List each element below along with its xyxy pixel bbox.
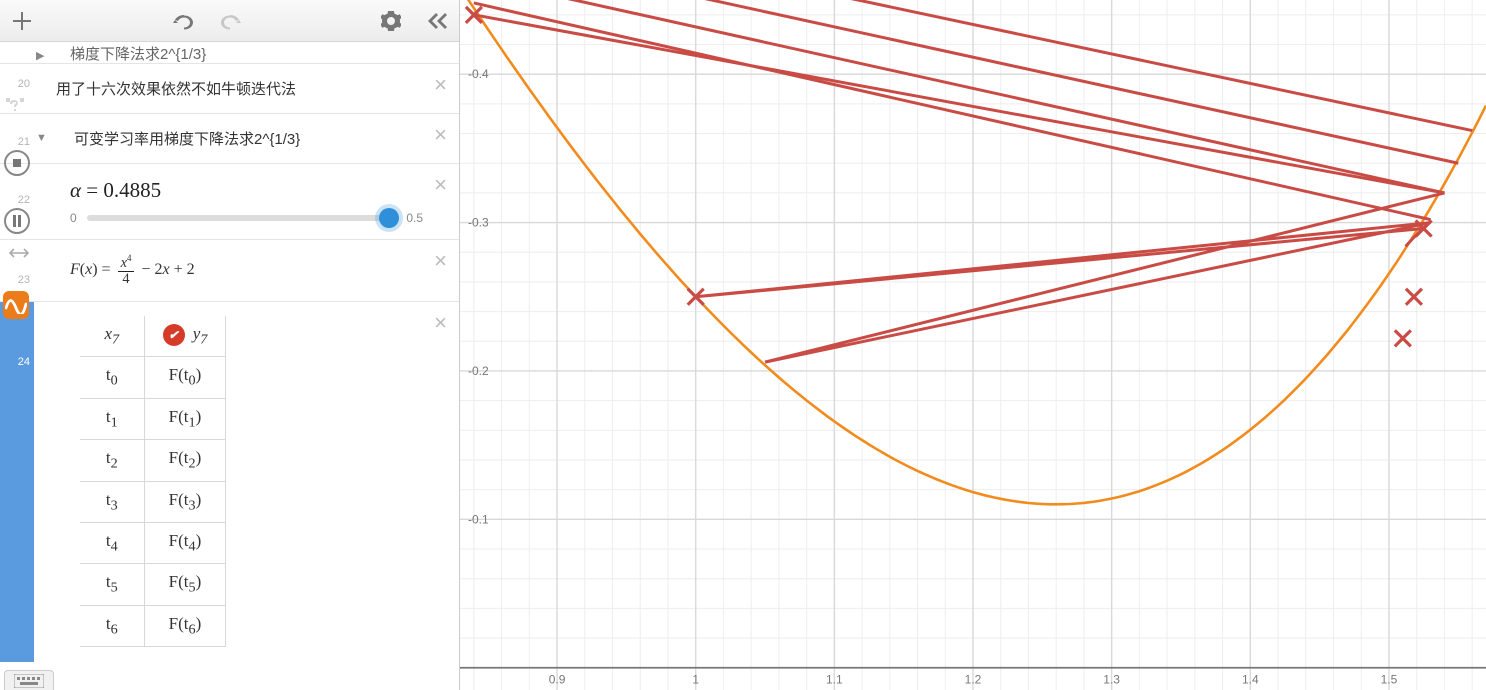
delete-row-button[interactable]: × <box>434 248 447 274</box>
table-row[interactable]: t6F(t6) <box>80 605 226 646</box>
table-row[interactable]: t4F(t4) <box>80 523 226 564</box>
expression-list: 梯度下降法求2^{1/3} × 用了十六次效果依然不如牛顿迭代法 × 可变学习率… <box>0 42 459 690</box>
expression-row[interactable]: × α = 0.4885 0 0.5 <box>0 164 459 240</box>
expression-toolbar <box>0 0 459 42</box>
slider-thumb[interactable] <box>379 208 399 228</box>
keyboard-icon <box>14 674 44 688</box>
expression-row[interactable]: × F(x) = x44 − 2x + 2 <box>0 240 459 302</box>
note-text[interactable]: 用了十六次效果依然不如牛顿迭代法 <box>56 64 459 113</box>
table-cell[interactable]: F(t1) <box>144 398 226 439</box>
folder-title[interactable]: 可变学习率用梯度下降法求2^{1/3} <box>56 114 459 163</box>
plus-icon <box>13 12 31 30</box>
table-header-x[interactable]: x7 <box>80 316 144 357</box>
expression-row[interactable]: 梯度下降法求2^{1/3} <box>0 42 459 64</box>
table-row[interactable]: t3F(t3) <box>80 481 226 522</box>
table-cell[interactable]: F(t5) <box>144 564 226 605</box>
svg-text:-0.1: -0.1 <box>468 512 489 526</box>
expression-row[interactable]: × 可变学习率用梯度下降法求2^{1/3} <box>0 114 459 164</box>
graph-svg: 0.9 1 1.1 1.2 1.3 1.4 1.5 -0.1 -0.2 -0.3 -0.4 <box>460 0 1486 690</box>
table-cell[interactable]: F(t2) <box>144 440 226 481</box>
keyboard-toggle[interactable] <box>4 670 54 690</box>
svg-text:1.1: 1.1 <box>826 673 843 687</box>
gear-icon <box>381 11 401 31</box>
expression-row[interactable]: × x7 ✔ y7 t0F(t0)t1F(t1)t2F(t2)t3F(t3)t4… <box>0 302 459 661</box>
delete-row-button[interactable]: × <box>434 72 447 98</box>
series-color-icon[interactable]: ✔ <box>163 324 185 346</box>
svg-text:1.3: 1.3 <box>1103 673 1120 687</box>
add-expression-button[interactable] <box>8 7 36 35</box>
table-cell[interactable]: F(t6) <box>144 605 226 646</box>
svg-text:1.2: 1.2 <box>965 673 982 687</box>
slider-track[interactable] <box>87 215 397 221</box>
redo-button[interactable] <box>216 7 244 35</box>
svg-text:1: 1 <box>692 673 699 687</box>
redo-icon <box>219 12 241 30</box>
chevron-double-left-icon <box>427 12 447 30</box>
function-expression[interactable]: F(x) = x44 − 2x + 2 <box>56 240 459 301</box>
svg-text:-0.2: -0.2 <box>468 364 489 378</box>
slider[interactable]: 0 0.5 <box>70 211 423 225</box>
settings-button[interactable] <box>377 7 405 35</box>
table-cell[interactable]: t0 <box>80 357 144 398</box>
delete-row-button[interactable]: × <box>434 172 447 198</box>
slider-min[interactable]: 0 <box>70 211 77 225</box>
table-row[interactable]: t2F(t2) <box>80 440 226 481</box>
table-cell[interactable]: F(t3) <box>144 481 226 522</box>
table-cell[interactable]: t2 <box>80 440 144 481</box>
table-cell[interactable]: t5 <box>80 564 144 605</box>
delete-row-button[interactable]: × <box>434 310 447 336</box>
svg-text:1.5: 1.5 <box>1381 673 1398 687</box>
undo-button[interactable] <box>170 7 198 35</box>
table-row[interactable]: t5F(t5) <box>80 564 226 605</box>
table-cell[interactable]: t3 <box>80 481 144 522</box>
svg-text:0.9: 0.9 <box>549 673 566 687</box>
chevron-down-icon[interactable] <box>36 128 47 146</box>
expression-row[interactable]: × 用了十六次效果依然不如牛顿迭代法 <box>0 64 459 114</box>
svg-text:-0.4: -0.4 <box>468 67 489 81</box>
graph-viewport[interactable]: 0.9 1 1.1 1.2 1.3 1.4 1.5 -0.1 -0.2 -0.3 -0.4 <box>460 0 1486 690</box>
delete-row-button[interactable]: × <box>434 122 447 148</box>
svg-text:1.4: 1.4 <box>1242 673 1259 687</box>
table-cell[interactable]: t1 <box>80 398 144 439</box>
undo-icon <box>173 12 195 30</box>
slider-expression[interactable]: α = 0.4885 <box>70 178 423 203</box>
table-cell[interactable]: t4 <box>80 523 144 564</box>
slider-max[interactable]: 0.5 <box>406 211 423 225</box>
table-cell[interactable]: F(t4) <box>144 523 226 564</box>
data-table[interactable]: x7 ✔ y7 t0F(t0)t1F(t1)t2F(t2)t3F(t3)t4F(… <box>80 316 423 647</box>
table-cell[interactable]: t6 <box>80 605 144 646</box>
table-row[interactable]: t1F(t1) <box>80 398 226 439</box>
table-header-y[interactable]: ✔ y7 <box>144 316 226 357</box>
chevron-right-icon[interactable] <box>36 46 44 64</box>
table-row[interactable]: t0F(t0) <box>80 357 226 398</box>
svg-text:-0.3: -0.3 <box>468 216 489 230</box>
collapse-panel-button[interactable] <box>423 7 451 35</box>
folder-title: 梯度下降法求2^{1/3} <box>56 42 459 64</box>
table-cell[interactable]: F(t0) <box>144 357 226 398</box>
